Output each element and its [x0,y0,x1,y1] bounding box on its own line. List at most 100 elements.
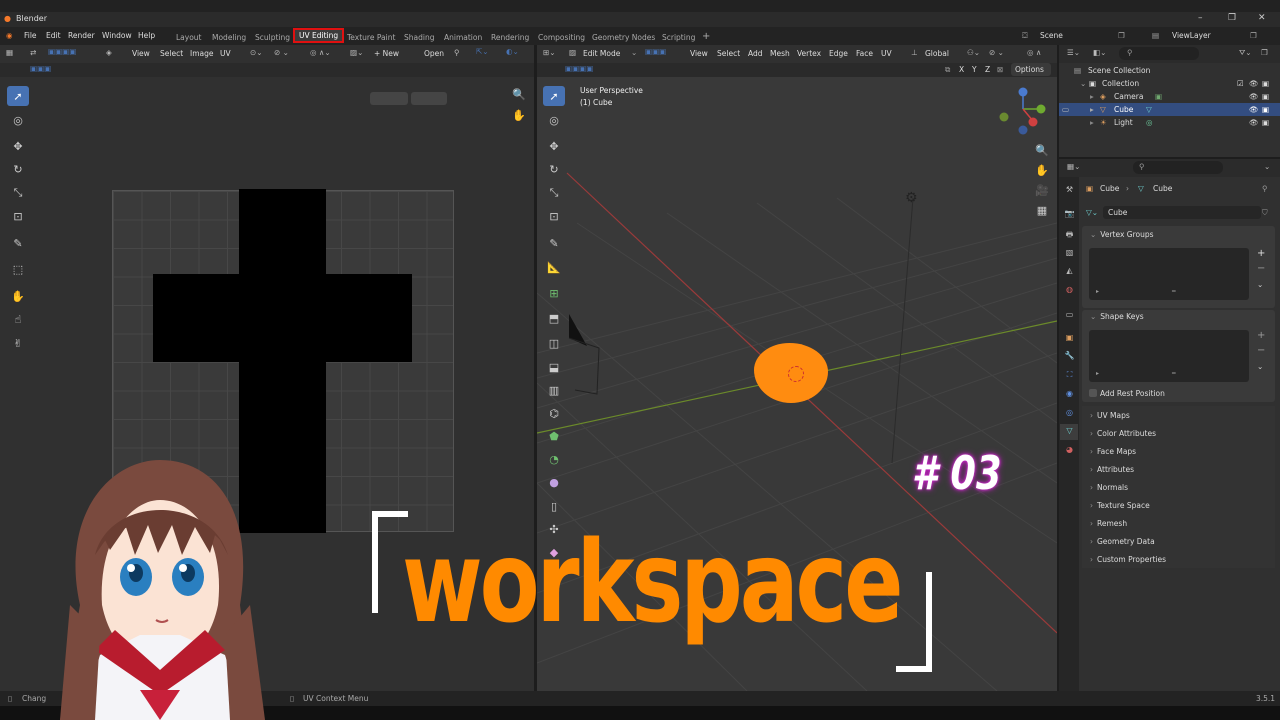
uv-menu-image[interactable]: Image [190,49,214,58]
image-browse-icon[interactable]: ▨⌄ [350,48,363,57]
vp-select-mode-icons[interactable]: ▣▣▣▣ [565,64,593,73]
viewport-editor-type-icon[interactable]: ⊞⌄ [543,48,556,57]
mode-chevron-icon[interactable]: ⌄ [631,48,637,57]
menu-edit[interactable]: Edit [46,31,61,40]
vp-measure-tool-icon[interactable]: 📐 [543,257,565,277]
collection-visibility-icon[interactable]: 👁 [1249,79,1259,88]
vp-select-tool-icon[interactable]: ➚ [543,86,565,106]
vp-menu-face[interactable]: Face [856,49,873,58]
vp-edge-slide-tool-icon[interactable]: ▯ [543,496,565,516]
sync-selection-icon[interactable]: ⇄ [30,48,36,57]
shape-keys-list-expand-icon[interactable]: ▸ [1096,370,1099,377]
vp-transform-tool-icon[interactable]: ⊡ [543,206,565,226]
fake-user-shield-icon[interactable]: ⛉ [1262,208,1268,218]
annotate-tool-icon[interactable]: ✎ [7,233,29,253]
scale-tool-icon[interactable]: ⤡ [7,183,29,203]
view-layer-tab-icon[interactable]: ▧ [1063,248,1076,261]
cube-expand-icon[interactable]: ▸ [1090,105,1094,114]
outliner-new-collection-icon[interactable]: ❐ [1261,48,1268,57]
tab-animation[interactable]: Animation [444,33,482,42]
outliner-type-icon[interactable]: ☰⌄ [1067,48,1080,57]
proportional-icon[interactable]: ◎ ∧ [1027,48,1041,57]
light-expand-icon[interactable]: ▸ [1090,118,1094,127]
move-tool-icon[interactable]: ✥ [7,136,29,156]
vp-add-cube-tool-icon[interactable]: ⊞ [543,283,565,303]
shape-keys-header[interactable]: ⌄ Shape Keys [1090,312,1144,321]
vp-move-tool-icon[interactable]: ✥ [543,136,565,156]
vp-rotate-tool-icon[interactable]: ↻ [543,159,565,179]
close-icon[interactable]: ✕ [1258,13,1266,23]
outliner-display-icon[interactable]: ◧⌄ [1093,48,1106,57]
outliner-filter-icon[interactable]: ⛛⌄ [1239,48,1252,58]
tab-modeling[interactable]: Modeling [212,33,246,42]
shape-keys-list[interactable] [1089,330,1249,382]
vp-menu-mesh[interactable]: Mesh [770,49,790,58]
vp-menu-add[interactable]: Add [748,49,763,58]
rip-tool-icon[interactable]: ⬚ [7,259,29,279]
vertex-groups-list-expand-icon[interactable]: ▸ [1096,288,1099,295]
pivot-icon[interactable]: ⊙⌄ [250,48,263,57]
properties-type-icon[interactable]: ▦⌄ [1067,162,1080,171]
mirror-y[interactable]: Y [972,65,977,74]
scene-name[interactable]: Scene [1040,31,1063,40]
snapping-icon[interactable]: ⊘ ⌄ [989,48,1004,57]
tab-rendering[interactable]: Rendering [491,33,529,42]
scene-copy-icon[interactable]: ❐ [1118,31,1125,40]
tab-scripting[interactable]: Scripting [662,33,695,42]
sticky-mode-icon[interactable]: ◈ [106,48,112,57]
section-color-attributes[interactable]: › Color Attributes [1090,429,1156,438]
vp-menu-view[interactable]: View [690,49,708,58]
section-normals[interactable]: › Normals [1090,483,1128,492]
vp-spin-tool-icon[interactable]: ◔ [543,449,565,469]
tab-layout[interactable]: Layout [176,33,202,42]
pinch-tool-icon[interactable]: ✌ [7,333,29,353]
viewlayer-copy-icon[interactable]: ❐ [1250,31,1257,40]
collection-expand-icon[interactable]: ⌄ [1080,79,1086,88]
vp-annotate-tool-icon[interactable]: ✎ [543,233,565,253]
outliner-item-light[interactable]: Light [1114,118,1133,127]
proportional-edit-icon[interactable]: ◎ ∧⌄ [310,48,331,57]
section-attributes[interactable]: › Attributes [1090,465,1134,474]
mirror-icon[interactable]: ⧉ [945,65,950,75]
tab-uv-editing[interactable]: UV Editing [293,28,345,43]
uv-menu-uv[interactable]: UV [220,49,231,58]
physics-tab-icon[interactable]: ◉ [1063,389,1076,402]
collection-render-icon[interactable]: ▣ [1262,79,1269,88]
options-button[interactable]: Options [1015,65,1044,74]
vp-menu-edge[interactable]: Edge [829,49,848,58]
properties-search-input[interactable] [1133,161,1223,174]
outliner-item-cube[interactable]: Cube [1114,105,1133,114]
editor-type-icon[interactable]: ▦ [6,48,13,57]
light-visibility-icon[interactable]: 👁 [1249,118,1259,127]
vp-inset-tool-icon[interactable]: ◫ [543,333,565,353]
vp-extrude-tool-icon[interactable]: ⬒ [543,308,565,328]
particles-tab-icon[interactable]: ⛶ [1063,370,1076,383]
section-texture-space[interactable]: › Texture Space [1090,501,1150,510]
tab-texture-paint[interactable]: Texture Paint [347,33,395,42]
camera-render-icon[interactable]: ▣ [1262,92,1269,101]
new-image-button[interactable]: + New [374,49,399,58]
snap-icon[interactable]: ⊘ ⌄ [274,48,289,57]
tab-geometry-nodes[interactable]: Geometry Nodes [592,33,655,42]
light-object-icon[interactable]: ⚙ [905,190,918,206]
vertex-groups-list[interactable] [1089,248,1249,300]
relax-tool-icon[interactable]: ☝ [7,309,29,329]
vertex-groups-resize-icon[interactable]: ═ [1172,288,1176,295]
light-data-icon[interactable]: ◎ [1146,118,1153,127]
vertex-group-add-icon[interactable]: + [1257,248,1265,259]
vertex-group-remove-icon[interactable]: − [1257,263,1265,274]
uv-menu-select[interactable]: Select [160,49,183,58]
tab-sculpting[interactable]: Sculpting [255,33,290,42]
output-tab-icon[interactable]: 🖶 [1063,229,1076,242]
vp-menu-uv[interactable]: UV [881,49,892,58]
cube-render-icon[interactable]: ▣ [1262,105,1269,114]
cube-visibility-icon[interactable]: 👁 [1249,105,1259,114]
properties-options-icon[interactable]: ⌄ [1264,162,1270,171]
object-tab-icon[interactable]: ▣ [1063,333,1076,346]
add-workspace-button[interactable]: + [702,31,710,42]
mode-selector[interactable]: Edit Mode [583,49,620,58]
cube-mesh-data-icon[interactable]: ▽ [1146,105,1152,114]
section-remesh[interactable]: › Remesh [1090,519,1127,528]
material-tab-icon[interactable]: ◕ [1063,445,1076,458]
grab-tool-icon[interactable]: ✋ [7,286,29,306]
